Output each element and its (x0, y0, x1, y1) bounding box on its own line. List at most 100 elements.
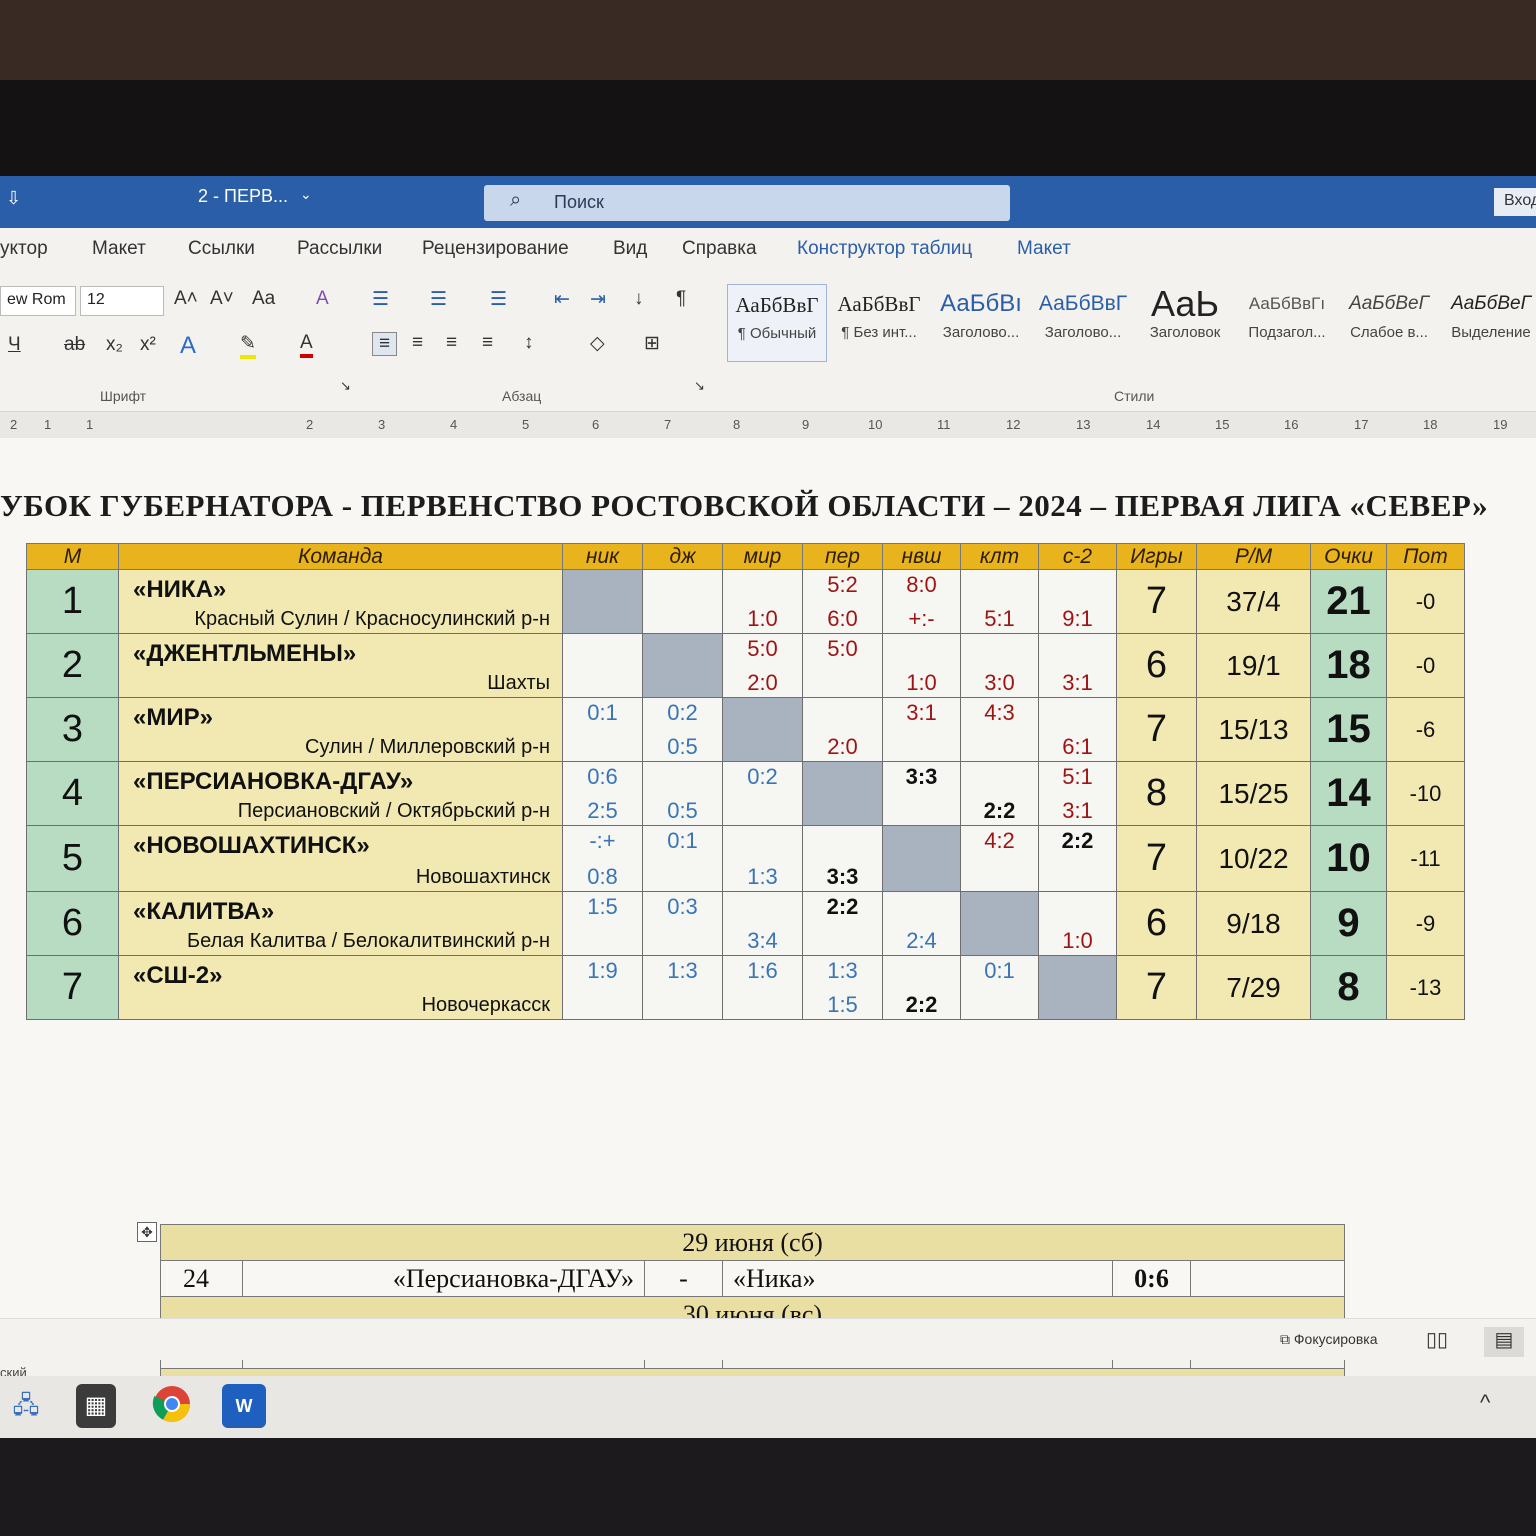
increase-indent-icon[interactable]: ⇥ (590, 288, 606, 311)
result-cell: 0:5 (642, 761, 723, 826)
tab-help[interactable]: Справка (682, 238, 757, 260)
style-subtitle[interactable]: АаБбВвГı Подзагол... (1237, 284, 1337, 362)
focus-mode-button[interactable]: ⧉ Фокусировка (1280, 1331, 1378, 1348)
chrome-icon[interactable] (150, 1384, 194, 1428)
chevron-down-icon[interactable]: ⌄ (300, 186, 312, 203)
result-cell: 5:1 (960, 569, 1039, 634)
style-heading-1[interactable]: АаБбВı Заголово... (931, 284, 1031, 362)
sort-icon[interactable]: ↓ (634, 288, 644, 310)
result-cell: 5:2 6:0 (802, 569, 883, 634)
font-color-icon[interactable]: A (300, 332, 313, 358)
style-no-spacing[interactable]: АаБбВвГ ¶ Без инт... (829, 284, 929, 362)
shading-icon[interactable]: ◇ (590, 332, 605, 355)
print-layout-icon[interactable]: ▤ (1484, 1327, 1524, 1357)
score-top: 0:1 (667, 828, 698, 853)
align-center-icon[interactable]: ≡ (412, 332, 423, 354)
ruler-number: 1 (86, 417, 94, 432)
style-subtle-emphasis[interactable]: АаБбВеГ Слабое в... (1339, 284, 1439, 362)
table-move-handle[interactable]: ✥ (137, 1222, 157, 1242)
result-cell: 9:1 (1038, 569, 1117, 634)
style-heading-2[interactable]: АаБбВвГ Заголово... (1033, 284, 1133, 362)
ruler-number: 8 (733, 417, 741, 432)
result-cell: 1:0 (1038, 891, 1117, 956)
result-cell: 5:1 3:1 (1038, 761, 1117, 826)
underline-icon[interactable]: Ч (8, 334, 21, 356)
borders-icon[interactable]: ⊞ (644, 332, 660, 355)
bullets-icon[interactable]: ☰ (372, 288, 389, 311)
align-left-icon[interactable]: ≡ (372, 332, 398, 356)
dialog-launcher-icon[interactable]: ↘ (340, 378, 351, 394)
multilevel-list-icon[interactable]: ☰ (490, 288, 507, 311)
ruler-number: 12 (1006, 417, 1021, 432)
games-cell: 6 (1116, 891, 1197, 956)
decrease-indent-icon[interactable]: ⇤ (554, 288, 570, 311)
highlight-icon[interactable]: ✎ (240, 332, 256, 359)
subscript-icon[interactable]: x₂ (106, 334, 123, 356)
group-styles-label: Стили (1114, 388, 1155, 404)
text-effects-icon[interactable]: A (180, 332, 196, 360)
score-top: 5:1 (1062, 764, 1093, 789)
numbering-icon[interactable]: ☰ (430, 288, 447, 311)
score-top: 1:9 (587, 958, 618, 983)
empty-cell (1190, 1260, 1345, 1297)
clear-format-icon[interactable]: A (316, 288, 329, 310)
ruler-number: 6 (592, 417, 600, 432)
ruler[interactable]: 2 1 1 2 3 4 5 6 7 8 9 10 11 12 13 14 15 … (0, 412, 1536, 438)
header-opponent: мир (722, 543, 803, 570)
ruler-number: 15 (1215, 417, 1230, 432)
tab-table-layout[interactable]: Макет (1017, 238, 1071, 260)
result-cell: 0:2 (722, 761, 803, 826)
diagonal-cell (1038, 955, 1117, 1020)
goals-cell: 15/13 (1196, 697, 1311, 762)
table-row: 3 «МИР» Сулин / Миллеровский р-н 0:1 0:2 0:5 2… (26, 697, 1465, 762)
tab-mailings[interactable]: Рассылки (297, 238, 382, 260)
superscript-icon[interactable]: x² (140, 334, 156, 356)
pilcrow-icon[interactable]: ¶ (676, 288, 686, 310)
team-city: Шахты (487, 672, 550, 694)
score-bottom: 2:0 (827, 734, 858, 759)
shrink-font-icon[interactable]: A˅ (210, 288, 234, 310)
style-normal[interactable]: АаБбВвГ ¶ Обычный (727, 284, 827, 362)
align-right-icon[interactable]: ≡ (446, 332, 457, 354)
style-emphasis[interactable]: АаБбВеГ Выделение (1441, 284, 1536, 362)
justify-icon[interactable]: ≡ (482, 332, 493, 354)
quick-access-icon[interactable]: ⇩ (6, 188, 21, 209)
score-bottom: 0:8 (587, 864, 618, 889)
tab-table-design[interactable]: Конструктор таблиц (797, 238, 972, 260)
read-mode-icon[interactable]: ▯▯ (1426, 1327, 1448, 1352)
header-opponent: клт (960, 543, 1039, 570)
points-cell: 18 (1310, 633, 1387, 698)
team-cell: «КАЛИТВА» Белая Калитва / Белокалитвински… (118, 891, 563, 956)
table-row: 2 «ДЖЕНТЛЬМЕНЫ» Шахты 5:0 2:0 5:0 1:0 3:0 3:1 6 19… (26, 633, 1465, 698)
team-name: «ДЖЕНТЛЬМЕНЫ» (133, 640, 357, 667)
style-title[interactable]: АаЬ Заголовок (1135, 284, 1235, 362)
tab-references[interactable]: Ссылки (188, 238, 255, 260)
style-name: ¶ Без инт... (841, 324, 917, 341)
calculator-icon[interactable]: ▦ (76, 1384, 116, 1428)
goals-cell: 37/4 (1196, 569, 1311, 634)
network-icon[interactable]: 🖧 (4, 1384, 48, 1428)
header-opponent: нвш (882, 543, 961, 570)
signin-button[interactable]: Вход (1494, 188, 1536, 216)
points-cell: 15 (1310, 697, 1387, 762)
change-case-icon[interactable]: Aa (252, 288, 275, 310)
strikethrough-icon[interactable]: ab (64, 334, 85, 356)
font-size-dropdown[interactable]: 12 (80, 286, 164, 316)
score-top: 2:2 (1061, 828, 1094, 853)
font-name-dropdown[interactable]: ew Rom (0, 286, 76, 316)
result-cell: 2:2 (1038, 825, 1117, 892)
grow-font-icon[interactable]: A˄ (174, 288, 198, 310)
dialog-launcher-icon[interactable]: ↘ (694, 378, 705, 394)
ruler-number: 2 (306, 417, 314, 432)
tab-layout[interactable]: Макет (92, 238, 146, 260)
document-page[interactable]: УБОК ГУБЕРНАТОРА - ПЕРВЕНСТВО РОСТОВСКОЙ… (0, 438, 1536, 1438)
tab-review[interactable]: Рецензирование (422, 238, 569, 260)
line-spacing-icon[interactable]: ↕ (524, 332, 534, 354)
tab-view[interactable]: Вид (613, 238, 647, 260)
search-input[interactable]: ⌕ Поиск (484, 185, 1010, 221)
tray-chevron-icon[interactable]: ^ (1480, 1390, 1490, 1416)
team-cell: «НОВОШАХТИНСК» Новошахтинск (118, 825, 563, 892)
document-title[interactable]: 2 - ПЕРВ... (198, 186, 288, 207)
tab-design[interactable]: уктор (0, 238, 48, 260)
word-icon[interactable]: W (222, 1384, 266, 1428)
